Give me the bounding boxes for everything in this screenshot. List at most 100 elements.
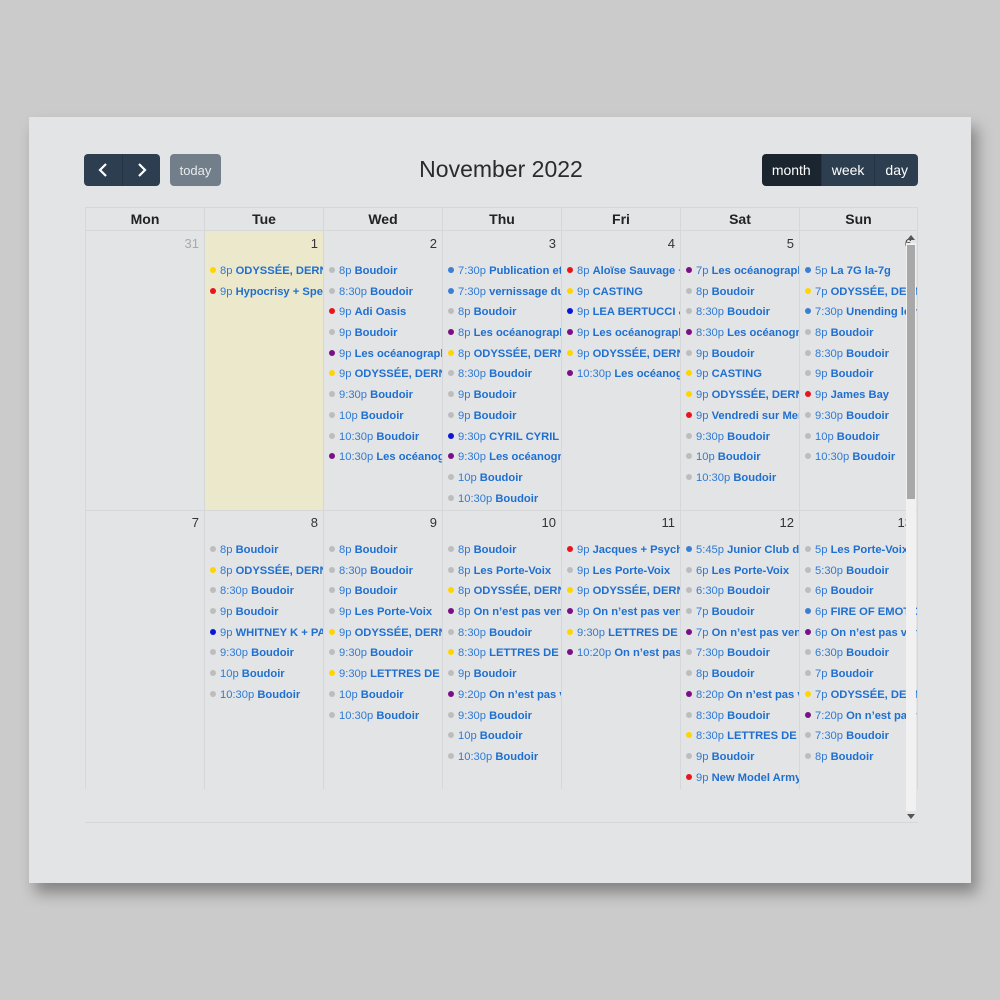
calendar-event[interactable]: 10:20p On n’est pas venus — [567, 643, 680, 664]
calendar-event[interactable]: 6:30p Boudoir — [805, 643, 917, 664]
day-view-button[interactable]: day — [874, 154, 918, 186]
calendar-event[interactable]: 8:30p Boudoir — [329, 282, 442, 303]
calendar-event[interactable]: 9p Les océanographes — [567, 323, 680, 344]
calendar-event[interactable]: 9p Boudoir — [329, 323, 442, 344]
calendar-event[interactable]: 7:30p Boudoir — [805, 726, 917, 747]
calendar-event[interactable]: 8p Boudoir — [329, 261, 442, 282]
calendar-event[interactable]: 9p Boudoir — [448, 664, 561, 685]
calendar-event[interactable]: 9p ODYSSÉE, DERNIÈRE — [567, 344, 680, 365]
day-cell[interactable]: 65p La 7G la-7g7p ODYSSÉE, DERNIÈRE7:30p… — [799, 231, 918, 510]
calendar-event[interactable]: 8:30p Boudoir — [210, 581, 323, 602]
calendar-event[interactable]: 8:20p On n’est pas venus — [686, 685, 799, 706]
day-number[interactable]: 9 — [430, 515, 437, 530]
calendar-event[interactable]: 10p Boudoir — [329, 685, 442, 706]
calendar-event[interactable]: 10p Boudoir — [448, 726, 561, 747]
calendar-event[interactable]: 8:30p LETTRES DE LA — [686, 726, 799, 747]
calendar-event[interactable]: 8:30p Boudoir — [686, 302, 799, 323]
calendar-event[interactable]: 8p Boudoir — [805, 747, 917, 768]
calendar-event[interactable]: 9:20p On n’est pas venus — [448, 685, 561, 706]
day-cell[interactable]: 4 8p Aloïse Sauvage + 9p CASTING 9p LEA BE… — [561, 231, 680, 510]
day-number[interactable]: 8 — [311, 515, 318, 530]
calendar-event[interactable]: 8p ODYSSÉE, DERNIÈRE — [448, 344, 561, 365]
calendar-event[interactable]: 7p Boudoir — [686, 602, 799, 623]
day-cell[interactable]: 88p Boudoir8p ODYSSÉE, DERNIÈRE8:30p Bou… — [204, 510, 323, 789]
day-cell[interactable]: 11 9p Jacques + Psychotic9p Les Porte-Voi… — [561, 510, 680, 789]
calendar-event[interactable]: 8p Boudoir — [448, 540, 561, 561]
calendar-event[interactable]: 8:30p Boudoir — [448, 364, 561, 385]
calendar-event[interactable]: 10:30p Boudoir — [448, 747, 561, 768]
calendar-event[interactable]: 8p Boudoir — [686, 282, 799, 303]
calendar-event[interactable]: 9p Boudoir — [329, 581, 442, 602]
calendar-event[interactable]: 7p Boudoir — [805, 664, 917, 685]
calendar-event[interactable]: 8p ODYSSÉE, DERNIÈRE — [448, 581, 561, 602]
day-number[interactable]: 11 — [662, 515, 676, 530]
calendar-event[interactable]: 9:30p Boudoir — [686, 427, 799, 448]
calendar-event[interactable]: 9:30p CYRIL CYRIL (CH) — [448, 427, 561, 448]
calendar-event[interactable]: 6:30p Boudoir — [686, 581, 799, 602]
calendar-event[interactable]: 9p Hypocrisy + Special — [210, 282, 323, 303]
calendar-event[interactable]: 9p Vendredi sur Mer — [686, 406, 799, 427]
calendar-event[interactable]: 9p ODYSSÉE, DERNIÈRE — [329, 364, 442, 385]
calendar-event[interactable]: 9p Boudoir — [210, 602, 323, 623]
calendar-event[interactable]: 9:30p Boudoir — [329, 643, 442, 664]
calendar-event[interactable]: 10p Boudoir — [805, 427, 917, 448]
calendar-event[interactable]: 9:30p Boudoir — [210, 643, 323, 664]
calendar-event[interactable]: 8p Les océanographes — [448, 323, 561, 344]
calendar-event[interactable]: 8p Boudoir — [805, 323, 917, 344]
calendar-event[interactable]: 10p Boudoir — [329, 406, 442, 427]
calendar-event[interactable]: 9p Les Porte-Voix — [567, 561, 680, 582]
calendar-event[interactable]: 8p Les Porte-Voix — [448, 561, 561, 582]
calendar-scrollbar[interactable] — [906, 233, 916, 821]
calendar-event[interactable]: 9p Boudoir — [805, 364, 917, 385]
calendar-event[interactable]: 9:30p LETTRES DE LA — [329, 664, 442, 685]
scroll-up-arrow-icon[interactable] — [907, 235, 915, 240]
calendar-event[interactable]: 10:30p Les océanographes — [567, 364, 680, 385]
day-cell[interactable]: 5 7p Les océanographes8p Boudoir8:30p Bou… — [680, 231, 799, 510]
day-cell[interactable]: 9 8p Boudoir 8:30p Boudoir 9p Boudoir 9p Les… — [323, 510, 442, 789]
calendar-event[interactable]: 8:30p Boudoir — [686, 706, 799, 727]
calendar-event[interactable]: 8p On n’est pas venus — [448, 602, 561, 623]
calendar-event[interactable]: 9p Jacques + Psychotic — [567, 540, 680, 561]
day-cell[interactable]: 13 5p Les Porte-Voix 5:30p Boudoir 6p Boudo… — [799, 510, 918, 789]
calendar-event[interactable]: 7:30p Unending love — [805, 302, 917, 323]
calendar-event[interactable]: 8p Boudoir — [686, 664, 799, 685]
calendar-event[interactable]: 9p ODYSSÉE, DERNIÈRE — [686, 788, 799, 789]
calendar-event[interactable]: 9p On n’est pas venus — [567, 602, 680, 623]
calendar-event[interactable]: 9p Les Porte-Voix — [329, 602, 442, 623]
calendar-event[interactable]: 9p ODYSSÉE, DERNIÈRE — [567, 581, 680, 602]
calendar-event[interactable]: 8:30p Boudoir — [805, 344, 917, 365]
calendar-event[interactable]: 9p Boudoir — [448, 406, 561, 427]
calendar-event[interactable]: 9p Boudoir — [686, 344, 799, 365]
calendar-event[interactable]: 7:30p Publication et — [448, 261, 561, 282]
calendar-event[interactable]: 9p LEA BERTUCCI & — [567, 302, 680, 323]
next-month-button[interactable] — [122, 154, 160, 186]
calendar-event[interactable]: 10p Boudoir — [686, 447, 799, 468]
calendar-event[interactable]: 9p New Model Army — [686, 768, 799, 789]
day-cell[interactable]: 18p ODYSSÉE, DERNIÈRE9p Hypocrisy + Spec… — [204, 231, 323, 510]
day-number[interactable]: 31 — [185, 236, 199, 251]
calendar-event[interactable]: 6p Boudoir — [805, 581, 917, 602]
scroll-down-arrow-icon[interactable] — [907, 814, 915, 819]
day-number[interactable]: 7 — [192, 515, 199, 530]
calendar-event[interactable]: 8p ODYSSÉE, DERNIÈRE — [210, 261, 323, 282]
calendar-event[interactable]: 8:30p Boudoir — [448, 623, 561, 644]
day-number[interactable]: 3 — [549, 236, 556, 251]
scroll-thumb[interactable] — [907, 245, 915, 499]
calendar-event[interactable]: 9p Boudoir — [448, 385, 561, 406]
calendar-event[interactable]: 6p FIRE OF EMOTIONS — [805, 602, 917, 623]
calendar-event[interactable]: 9p ODYSSÉE, DERNIÈRE — [329, 623, 442, 644]
day-number[interactable]: 10 — [542, 515, 556, 530]
month-view-button[interactable]: month — [761, 154, 821, 186]
calendar-event[interactable]: 7:20p On n’est pas venus — [805, 706, 917, 727]
calendar-event[interactable]: 8p ODYSSÉE, DERNIÈRE — [210, 561, 323, 582]
calendar-event[interactable]: 7:30p vernissage du — [448, 282, 561, 303]
calendar-event[interactable]: 7p ODYSSÉE, DERNIÈRE — [805, 282, 917, 303]
calendar-event[interactable]: 10:30p Boudoir — [329, 427, 442, 448]
calendar-event[interactable]: 7p Les océanographes — [686, 261, 799, 282]
calendar-event[interactable]: 9p WHITNEY K + PAS — [210, 623, 323, 644]
calendar-event[interactable]: 9p Adi Oasis — [329, 302, 442, 323]
day-number[interactable]: 5 — [787, 236, 794, 251]
calendar-event[interactable]: 9p James Bay — [805, 385, 917, 406]
today-button[interactable]: today — [170, 154, 221, 186]
calendar-event[interactable]: 9p CASTING — [567, 282, 680, 303]
